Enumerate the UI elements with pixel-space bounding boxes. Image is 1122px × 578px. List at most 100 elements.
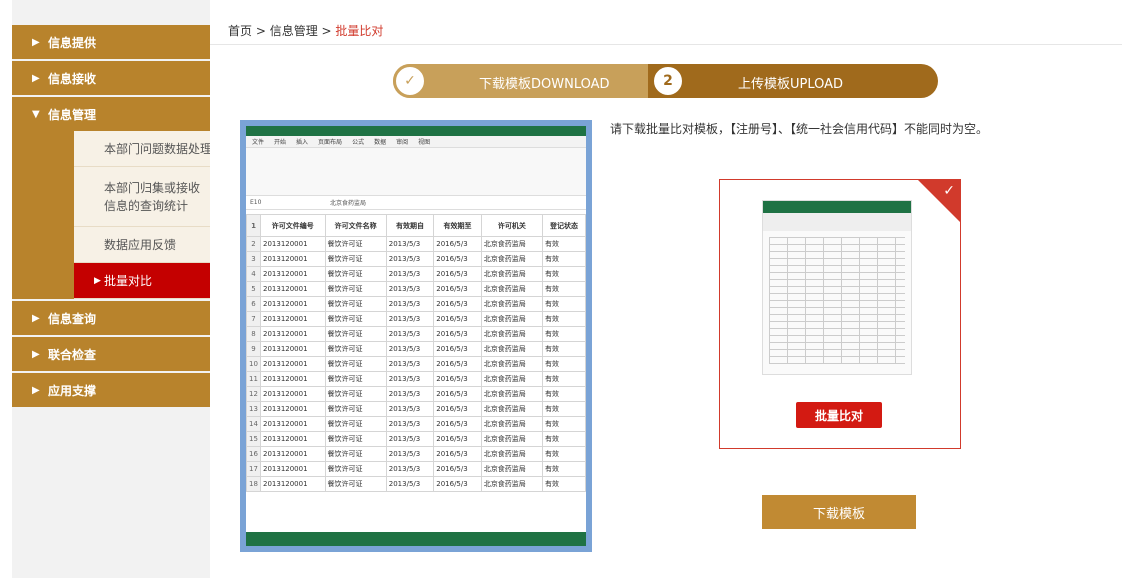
check-icon: ✓ (943, 183, 955, 199)
breadcrumb-separator: > (317, 24, 336, 38)
sheet-cell: 2013/5/3 (385, 386, 435, 402)
sheet-cell: 2013120001 (260, 431, 326, 447)
sheet-cell: 北京食药监局 (480, 431, 543, 447)
sub-item-query-stats[interactable]: 本部门归集或接收信息的查询统计 (74, 167, 210, 227)
batch-compare-button[interactable]: 批量比对 (796, 402, 882, 428)
sheet-cell: 2016/5/3 (433, 326, 482, 342)
row-number: 12 (246, 386, 261, 402)
sheet-row: 2 2013120001 餐饮许可证 2013/5/3 2016/5/3 北京食药监局 有效 (246, 236, 586, 252)
sheet-cell: 餐饮许可证 (324, 341, 387, 357)
row-number: 7 (246, 311, 261, 327)
step-number-badge: 2 (651, 64, 685, 98)
sheet-cell: 有效 (541, 356, 586, 372)
chevron-right-icon: ▶ (32, 312, 40, 324)
sheet-cell: 北京食药监局 (480, 401, 543, 417)
sheet-cell: 有效 (541, 461, 586, 477)
excel-tab: 数据 (374, 139, 387, 146)
sidebar: ▶ 信息提供 ▶ 信息接收 ▼ 信息管理 本部门问题数据处理 本部门归集或接收信… (12, 0, 210, 578)
sheet-cell: 餐饮许可证 (324, 446, 387, 462)
nav-info-provide[interactable]: ▶ 信息提供 (12, 25, 210, 59)
sheet-cell: 2013/5/3 (385, 296, 435, 312)
sheet-cell: 北京食药监局 (480, 236, 543, 252)
row-number: 3 (246, 251, 261, 267)
sheet-cell: 2013/5/3 (385, 476, 435, 492)
upload-card[interactable]: ✓ 批量比对 (719, 179, 961, 449)
breadcrumb-home[interactable]: 首页 (228, 24, 252, 38)
sheet-cell: 2016/5/3 (433, 461, 482, 477)
sheet-cell: 北京食药监局 (480, 296, 543, 312)
sheet-cell: 2013/5/3 (385, 356, 435, 372)
sheet-header: 许可文件编号 (260, 214, 326, 237)
sheet-cell: 有效 (541, 386, 586, 402)
sheet-cell: 有效 (541, 416, 586, 432)
nav-info-query[interactable]: ▶ 信息查询 (12, 301, 210, 335)
sheet-cell: 有效 (541, 326, 586, 342)
excel-tab: 文件 (252, 139, 265, 146)
sheet-cell: 北京食药监局 (480, 386, 543, 402)
sheet-cell: 2016/5/3 (433, 401, 482, 417)
sheet-cell: 2016/5/3 (433, 431, 482, 447)
row-number: 17 (246, 461, 261, 477)
breadcrumb: 首页 > 信息管理 > 批量比对 (228, 22, 383, 39)
nav-info-receive[interactable]: ▶ 信息接收 (12, 61, 210, 95)
sheet-header: 有效期至 (433, 214, 482, 237)
sheet-cell: 2013/5/3 (385, 236, 435, 252)
sheet-row: 5 2013120001 餐饮许可证 2013/5/3 2016/5/3 北京食药监局 有效 (246, 281, 586, 297)
sheet-cell: 北京食药监局 (480, 251, 543, 267)
sheet-cell: 2016/5/3 (433, 236, 482, 252)
excel-tab: 开始 (274, 139, 287, 146)
sub-item-problem-data[interactable]: 本部门问题数据处理 (74, 131, 210, 167)
nav-app-support[interactable]: ▶ 应用支撑 (12, 373, 210, 407)
sheet-cell: 2013120001 (260, 371, 326, 387)
nav-joint-check[interactable]: ▶ 联合检查 (12, 337, 210, 371)
sheet-cell: 有效 (541, 431, 586, 447)
excel-statusbar (246, 532, 586, 546)
sheet-cell: 2013120001 (260, 251, 326, 267)
nav-label: 信息接收 (48, 71, 97, 86)
sheet-cell: 2013120001 (260, 341, 326, 357)
download-template-button[interactable]: 下载模板 (762, 495, 916, 529)
sheet-cell: 北京食药监局 (480, 416, 543, 432)
excel-titlebar (246, 126, 586, 136)
nav-info-manage[interactable]: ▼ 信息管理 (12, 97, 210, 131)
sheet-cell: 2013120001 (260, 356, 326, 372)
sheet-cell: 2013120001 (260, 326, 326, 342)
nav-label: 信息提供 (48, 35, 97, 50)
sheet-cell: 餐饮许可证 (324, 251, 387, 267)
sheet-row: 8 2013120001 餐饮许可证 2013/5/3 2016/5/3 北京食药监局 有效 (246, 326, 586, 342)
sheet-cell: 餐饮许可证 (324, 386, 387, 402)
excel-formula-bar: E10 北京食药监局 (246, 196, 586, 210)
nav-label: 联合检查 (48, 347, 97, 362)
sheet-row: 15 2013120001 餐饮许可证 2013/5/3 2016/5/3 北京食药监局有… (246, 431, 586, 447)
row-number: 11 (246, 371, 261, 387)
row-number: 8 (246, 326, 261, 342)
sheet-cell: 餐饮许可证 (324, 401, 387, 417)
excel-tab: 插入 (296, 139, 309, 146)
sheet-cell: 2013120001 (260, 236, 326, 252)
sheet-cell: 北京食药监局 (480, 446, 543, 462)
divider (210, 44, 1122, 45)
sheet-row: 6 2013120001 餐饮许可证 2013/5/3 2016/5/3 北京食药监局 有效 (246, 296, 586, 312)
breadcrumb-section[interactable]: 信息管理 (270, 24, 318, 38)
formula-value: 北京食药监局 (330, 200, 367, 207)
sheet-cell: 有效 (541, 251, 586, 267)
sheet-cell: 餐饮许可证 (324, 431, 387, 447)
sheet-cell: 2016/5/3 (433, 356, 482, 372)
sheet-cell: 有效 (541, 446, 586, 462)
sub-item-batch-compare[interactable]: ▶ 批量对比 (74, 263, 210, 299)
sub-item-feedback[interactable]: 数据应用反馈 (74, 227, 210, 263)
sheet-cell: 2013/5/3 (385, 266, 435, 282)
sheet-cell: 北京食药监局 (480, 311, 543, 327)
sheet-cell: 餐饮许可证 (324, 296, 387, 312)
sheet-cell: 2013120001 (260, 416, 326, 432)
sheet-cell: 北京食药监局 (480, 476, 543, 492)
sheet-cell: 2016/5/3 (433, 251, 482, 267)
row-number: 6 (246, 296, 261, 312)
sheet-cell: 餐饮许可证 (324, 311, 387, 327)
sheet-cell: 2013120001 (260, 266, 326, 282)
sheet-cell: 有效 (541, 236, 586, 252)
sheet-cell: 2013/5/3 (385, 401, 435, 417)
sheet-cell: 2013/5/3 (385, 281, 435, 297)
sheet-row: 13 2013120001 餐饮许可证 2013/5/3 2016/5/3 北京食药监局有… (246, 401, 586, 417)
sheet-row: 17 2013120001 餐饮许可证 2013/5/3 2016/5/3 北京食药监局有… (246, 461, 586, 477)
